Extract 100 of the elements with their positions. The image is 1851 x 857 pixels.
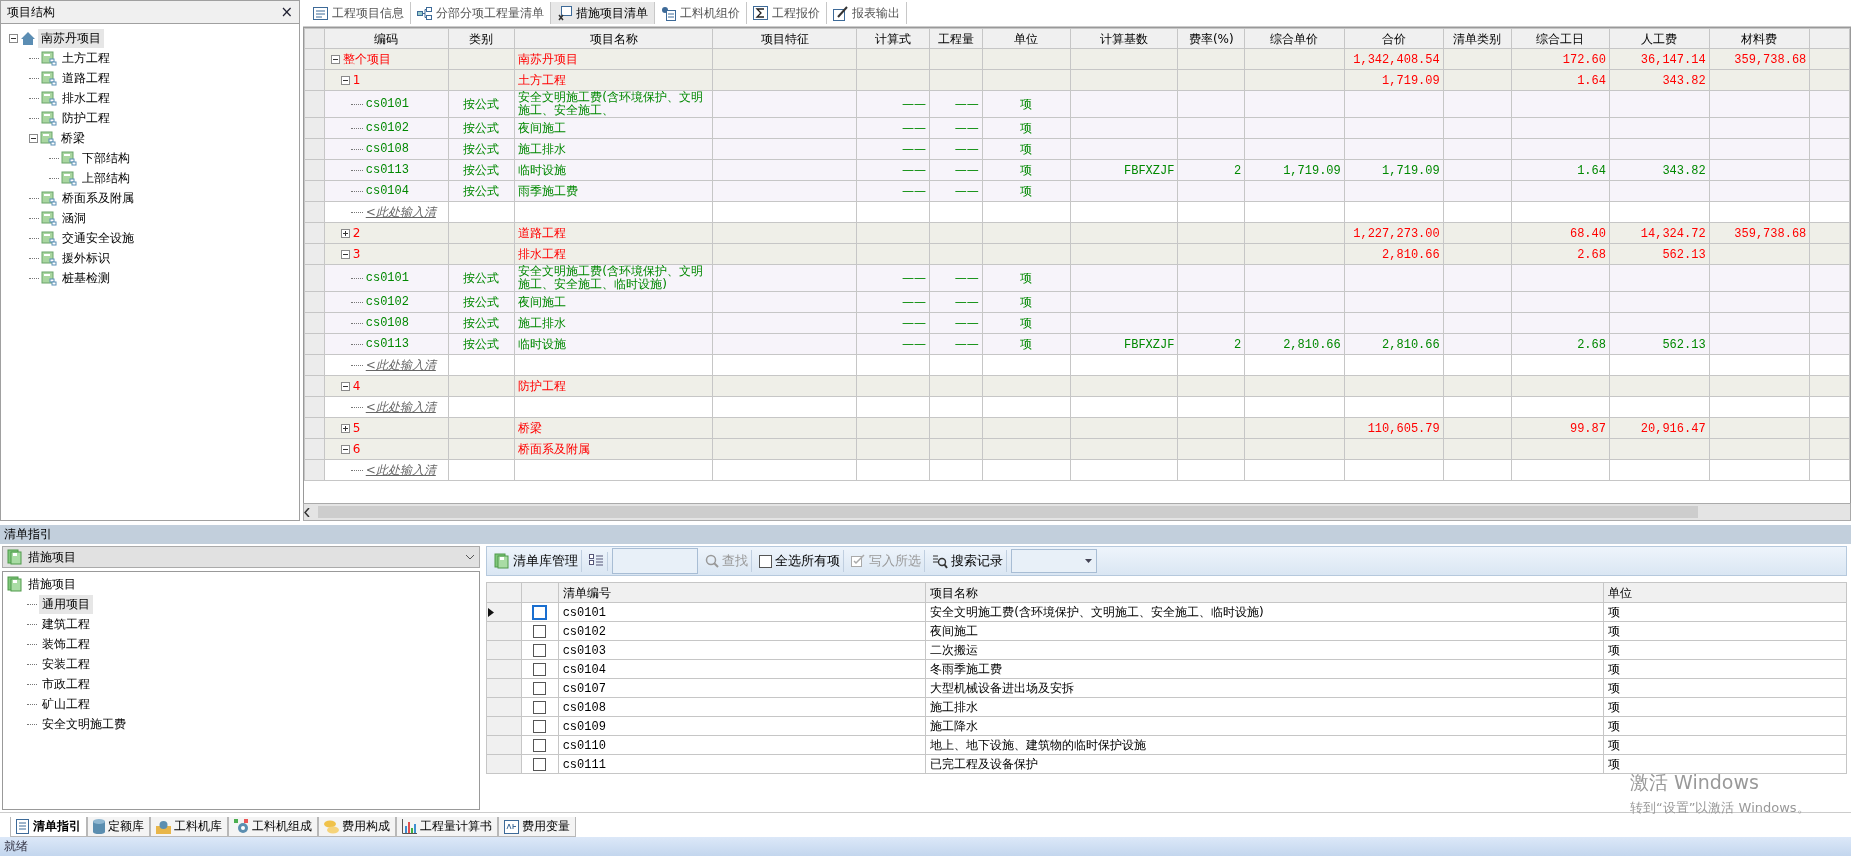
node-icon (61, 150, 77, 166)
table-row[interactable]: cs0104 按公式 雨季施工费 —— —— 项 (304, 180, 1850, 202)
collapse-icon[interactable] (330, 54, 340, 64)
table-row[interactable]: <此处输入清 (304, 396, 1850, 418)
tree-item[interactable]: 措施项目 (25, 574, 79, 594)
table-cell: 14,324.72 (1640, 226, 1706, 241)
tree-item[interactable]: 援外标识 (59, 248, 113, 268)
table-cell: 施工降水 (930, 719, 979, 733)
tree-item[interactable]: 排水工程 (59, 88, 113, 108)
checkbox[interactable] (533, 643, 547, 657)
panel-title: 清单指引 (4, 526, 52, 543)
table-row[interactable]: cs0101 安全文明施工费(含环境保护、文明施工、安全施工、临时设施) 项 (486, 602, 1847, 622)
checkbox[interactable] (533, 738, 547, 752)
table-cell: 按公式 (463, 163, 500, 177)
table-row[interactable]: cs0101 按公式 安全文明施工费(含环境保护、文明施工、安全施工、临时设施) —— —— 项 (304, 264, 1850, 292)
table-row[interactable]: cs0108 按公式 施工排水 —— —— 项 (304, 312, 1850, 334)
toolbar-button[interactable]: 清单库管理 (491, 550, 582, 572)
table-row[interactable]: cs0108 按公式 施工排水 —— —— 项 (304, 138, 1850, 160)
tree-item[interactable]: 矿山工程 (39, 694, 93, 714)
columns-button[interactable] (586, 551, 608, 571)
tree-item[interactable]: 安装工程 (39, 654, 93, 674)
table-row[interactable]: cs0102 按公式 夜间施工 —— —— 项 (304, 117, 1850, 139)
table-row[interactable]: <此处输入清 (304, 354, 1850, 376)
table-row[interactable]: cs0101 按公式 安全文明施工费(含环境保护、文明施工、安全施工、 —— —— 项 (304, 90, 1850, 118)
column-header[interactable]: 项目名称 (930, 585, 979, 600)
table-row[interactable]: cs0107 大型机械设备进出场及安拆 项 (486, 678, 1847, 698)
table-cell: 2 (1234, 163, 1242, 178)
tree-item[interactable]: 通用项目 (39, 594, 93, 614)
table-row[interactable]: <此处输入清 (304, 459, 1850, 481)
tree-item[interactable]: 桩基检测 (59, 268, 113, 288)
table-row[interactable]: cs0113 按公式 临时设施 —— —— 项 FBFXZJF 2 2,810.66 2,810.66 2.68 562.13 (304, 333, 1850, 355)
table-row[interactable]: <此处输入清 (304, 201, 1850, 223)
toolbar-button[interactable]: 搜索记录 (929, 550, 1007, 572)
tree-item[interactable]: 涵洞 (59, 208, 89, 228)
collapse-icon[interactable] (340, 75, 350, 85)
collapse-icon[interactable] (340, 444, 350, 454)
tab[interactable]: 工料机组成 (228, 817, 318, 837)
checkbox[interactable] (533, 662, 547, 676)
tab[interactable]: 费用变量 (498, 817, 576, 837)
collapse-icon[interactable] (9, 33, 18, 43)
tab[interactable]: 工程报价 (747, 2, 827, 24)
checkbox[interactable] (533, 719, 547, 733)
tab[interactable]: 工料机组价 (655, 2, 747, 24)
column-header[interactable]: 项目名称 (589, 31, 638, 46)
tree-item[interactable]: 装饰工程 (39, 634, 93, 654)
library-dropdown[interactable]: 措施项目 (2, 546, 480, 568)
checkbox[interactable] (533, 681, 547, 695)
table-row[interactable]: cs0102 按公式 夜间施工 —— —— 项 (304, 291, 1850, 313)
expand-icon[interactable] (340, 423, 350, 433)
tree-item[interactable]: 桥面系及附属 (59, 188, 137, 208)
tree-item[interactable]: 下部结构 (79, 148, 133, 168)
column-header[interactable]: 单位 (1608, 585, 1633, 600)
tree-item[interactable]: 土方工程 (59, 48, 113, 68)
tab[interactable]: 工程项目信息 (307, 2, 411, 24)
collapse-icon[interactable] (29, 133, 38, 143)
expand-icon[interactable] (340, 228, 350, 238)
column-header[interactable]: 清单编号 (562, 585, 611, 600)
close-button[interactable]: × (280, 4, 293, 20)
table-row[interactable]: cs0108 施工排水 项 (486, 697, 1847, 717)
tab[interactable]: 定额库 (87, 817, 150, 837)
tree-item[interactable]: 安全文明施工费 (39, 714, 129, 734)
tree-item[interactable]: 道路工程 (59, 68, 113, 88)
table-row[interactable]: cs0113 按公式 临时设施 —— —— 项 FBFXZJF 2 1,719.09 1,719.09 1.64 343.82 (304, 159, 1850, 181)
tree-item[interactable]: 南苏丹项目 (38, 28, 104, 48)
tab[interactable]: 费用构成 (318, 817, 396, 837)
collapse-icon[interactable] (340, 381, 350, 391)
column-header[interactable]: 合价 (1381, 31, 1406, 46)
tab[interactable]: 工程量计算书 (396, 817, 498, 837)
search-field[interactable] (612, 548, 698, 574)
tab[interactable]: 措施项目清单 (551, 2, 655, 24)
checkbox[interactable] (533, 700, 547, 714)
collapse-icon[interactable] (340, 249, 350, 259)
checkbox[interactable] (533, 624, 547, 638)
column-header[interactable]: 编码 (374, 31, 399, 46)
tab[interactable]: 清单指引 (10, 817, 87, 837)
table-row[interactable]: cs0110 地上、地下设施、建筑物的临时保护设施 项 (486, 735, 1847, 755)
checkbox[interactable] (533, 757, 547, 771)
table-cell: 项 (1020, 142, 1033, 156)
tab[interactable]: 报表输出 (827, 2, 907, 24)
tree-item[interactable]: 市政工程 (39, 674, 93, 694)
tree-item[interactable]: 交通安全设施 (59, 228, 137, 248)
select-all-checkbox[interactable]: 全选所有项 (756, 550, 844, 572)
tree-item[interactable]: 桥梁 (58, 128, 88, 148)
checkbox[interactable] (533, 605, 547, 619)
book-icon (7, 576, 23, 592)
table-row[interactable]: cs0111 已完工程及设备保护 项 (486, 754, 1847, 774)
table-cell: 项 (1608, 605, 1621, 619)
bar-chart-icon (402, 819, 417, 834)
tree-item[interactable]: 建筑工程 (39, 614, 93, 634)
table-cell: cs0109 (562, 719, 606, 734)
tab[interactable]: 工料机库 (150, 817, 228, 837)
tree-item[interactable]: 防护工程 (59, 108, 113, 128)
table-row[interactable]: cs0103 二次搬运 项 (486, 640, 1847, 660)
horizontal-scrollbar[interactable] (303, 503, 1851, 521)
table-row[interactable]: cs0102 夜间施工 项 (486, 621, 1847, 641)
tree-item[interactable]: 上部结构 (79, 168, 133, 188)
table-cell-text: 土方工程 (518, 73, 568, 87)
table-row[interactable]: cs0104 冬雨季施工费 项 (486, 659, 1847, 679)
table-row[interactable]: cs0109 施工降水 项 (486, 716, 1847, 736)
table-cell: 1,719.09 (1382, 163, 1440, 178)
